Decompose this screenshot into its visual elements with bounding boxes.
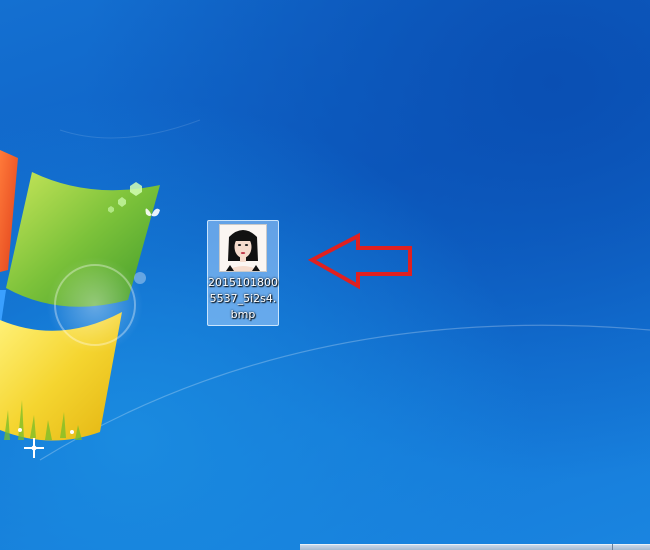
- taskbar[interactable]: [300, 544, 650, 550]
- desktop[interactable]: 2015101800 5537_5i2s4. bmp: [0, 0, 650, 550]
- file-name-line-1: 2015101800: [208, 276, 278, 289]
- portrait-thumbnail: [220, 225, 266, 271]
- taskbar-divider: [612, 544, 613, 550]
- file-name-line-2: 5537_5i2s4.: [209, 292, 277, 305]
- image-thumbnail-icon: [219, 224, 267, 272]
- left-arrow-icon: [307, 232, 412, 290]
- desktop-file-icon[interactable]: 2015101800 5537_5i2s4. bmp: [207, 220, 279, 326]
- file-name-label: 2015101800 5537_5i2s4. bmp: [208, 275, 278, 323]
- file-name-line-3: bmp: [230, 308, 256, 321]
